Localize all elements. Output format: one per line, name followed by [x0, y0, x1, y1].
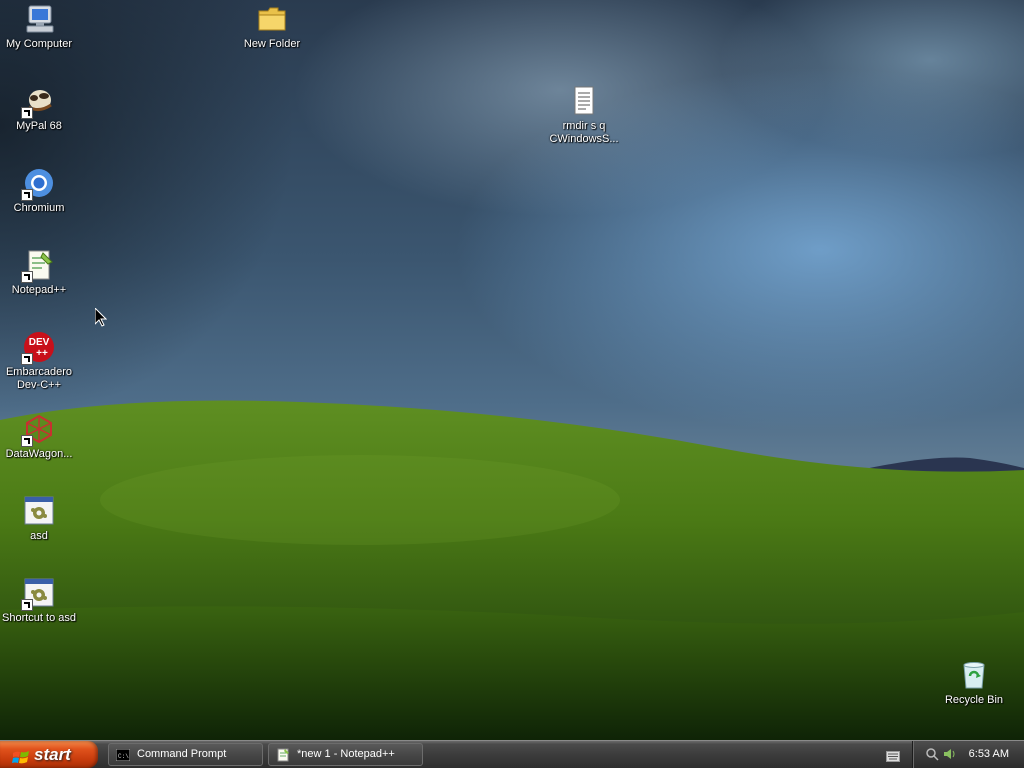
mypal-icon	[21, 85, 55, 119]
batch-file-icon	[23, 495, 55, 527]
start-label: start	[34, 745, 71, 764]
command-prompt-icon: C:\	[115, 748, 131, 762]
svg-text:++: ++	[36, 348, 48, 359]
desktop-icon-chromium[interactable]: Chromium	[1, 167, 77, 215]
desktop[interactable]: My Computer MyPal 68 Chromium Notepad++ …	[0, 0, 1024, 740]
datawagon-icon	[21, 413, 55, 447]
shortcut-arrow-icon	[21, 107, 33, 119]
desktop-icon-label: Embarcadero Dev-C++	[5, 366, 73, 391]
windows-logo-icon	[12, 747, 30, 774]
text-file-icon	[568, 85, 600, 117]
cmd-badge-text: C:\	[118, 753, 129, 760]
desktop-icon-label: rmdir s q CWindowsS...	[549, 120, 619, 145]
desktop-icon-label: asd	[30, 530, 48, 542]
desktop-icon-label: My Computer	[5, 38, 73, 50]
devcpp-icon: DEV ++	[21, 331, 55, 365]
chromium-icon	[21, 167, 55, 201]
desktop-icon-mypal[interactable]: MyPal 68	[1, 85, 77, 133]
folder-icon	[256, 3, 288, 35]
my-computer-icon	[23, 3, 55, 35]
system-tray: 6:53 AM	[912, 741, 1024, 768]
desktop-icon-label: Chromium	[13, 202, 65, 214]
desktop-icon-label: Recycle Bin	[944, 694, 1004, 706]
desktop-icon-label: New Folder	[243, 38, 301, 50]
taskbar-button-label: Command Prompt	[137, 748, 227, 760]
desktop-icon-label: DataWagon...	[5, 448, 73, 460]
desktop-icon-new-folder[interactable]: New Folder	[234, 3, 310, 51]
devcpp-badge-text: DEV	[29, 337, 50, 348]
desktop-icon-devcpp[interactable]: DEV ++ Embarcadero Dev-C++	[1, 331, 77, 392]
shortcut-arrow-icon	[21, 599, 33, 611]
notepadpp-icon	[21, 249, 55, 283]
taskbar-button-label: *new 1 - Notepad++	[297, 748, 395, 760]
shortcut-arrow-icon	[21, 353, 33, 365]
start-button[interactable]: start	[0, 741, 98, 768]
desktop-icon-my-computer[interactable]: My Computer	[1, 3, 77, 51]
notepadpp-icon	[276, 748, 290, 762]
taskbar-button-notepadpp[interactable]: *new 1 - Notepad++	[268, 743, 423, 766]
volume-icon[interactable]	[943, 747, 957, 764]
desktop-icon-notepadpp[interactable]: Notepad++	[1, 249, 77, 297]
shortcut-arrow-icon	[21, 435, 33, 447]
shortcut-arrow-icon	[21, 189, 33, 201]
desktop-icon-datawagon[interactable]: DataWagon...	[1, 413, 77, 461]
network-icon[interactable]	[925, 747, 939, 764]
desktop-icon-label: MyPal 68	[16, 120, 62, 132]
desktop-icon-rmdir-file[interactable]: rmdir s q CWindowsS...	[546, 85, 622, 146]
keyboard-icon[interactable]	[886, 749, 900, 767]
batch-file-icon	[21, 577, 55, 611]
shortcut-arrow-icon	[21, 271, 33, 283]
wallpaper-hills	[0, 0, 1024, 740]
desktop-icon-recycle-bin[interactable]: Recycle Bin	[936, 659, 1012, 707]
desktop-icon-label: Shortcut to asd	[2, 612, 76, 624]
taskbar-button-command-prompt[interactable]: C:\ Command Prompt	[108, 743, 263, 766]
clock[interactable]: 6:53 AM	[969, 748, 1009, 760]
recycle-bin-icon	[958, 659, 990, 691]
desktop-icon-asd[interactable]: asd	[1, 495, 77, 543]
mouse-cursor-icon	[94, 306, 108, 332]
desktop-icon-label: Notepad++	[11, 284, 67, 296]
desktop-icon-shortcut-to-asd[interactable]: Shortcut to asd	[1, 577, 77, 625]
taskbar: start C:\ Command Prompt *new 1 - Notepa…	[0, 740, 1024, 768]
